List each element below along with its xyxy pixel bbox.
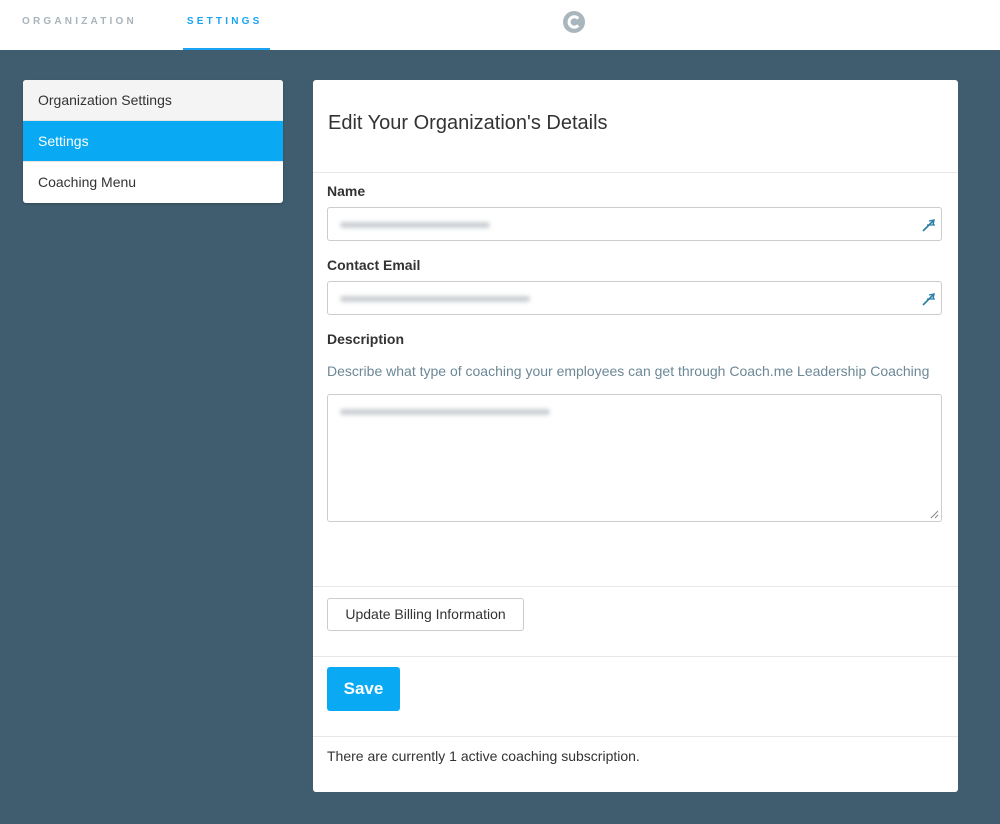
description-label: Description bbox=[327, 331, 405, 347]
top-nav: ORGANIZATION SETTINGS bbox=[22, 0, 312, 50]
top-bar: ORGANIZATION SETTINGS bbox=[0, 0, 1000, 50]
redacted-value bbox=[340, 296, 530, 302]
organization-form: Name Contact Email Description Describe … bbox=[313, 173, 958, 522]
subscription-status-text: There are currently 1 active coaching su… bbox=[327, 748, 640, 764]
resize-grip-icon[interactable] bbox=[929, 509, 939, 519]
name-label: Name bbox=[327, 183, 366, 199]
redacted-value bbox=[340, 222, 490, 228]
sidebar-item-coaching-menu[interactable]: Coaching Menu bbox=[23, 162, 283, 203]
divider bbox=[313, 656, 958, 657]
sidebar: Organization Settings Settings Coaching … bbox=[23, 80, 283, 203]
edit-pen-icon[interactable] bbox=[921, 291, 937, 307]
tab-settings[interactable]: SETTINGS bbox=[182, 0, 271, 50]
description-help-text: Describe what type of coaching your empl… bbox=[327, 363, 930, 379]
contact-email-field[interactable] bbox=[327, 281, 942, 315]
tab-organization[interactable]: ORGANIZATION bbox=[22, 0, 137, 50]
update-billing-button[interactable]: Update Billing Information bbox=[327, 598, 524, 631]
coach-logo-icon[interactable] bbox=[562, 10, 586, 34]
save-button[interactable]: Save bbox=[327, 667, 400, 711]
page-title: Edit Your Organization's Details bbox=[313, 80, 958, 173]
redacted-value bbox=[340, 409, 550, 415]
divider bbox=[313, 586, 958, 587]
sidebar-item-organization-settings: Organization Settings bbox=[23, 80, 283, 121]
divider bbox=[313, 736, 958, 737]
edit-pen-icon[interactable] bbox=[921, 217, 937, 233]
settings-panel: Edit Your Organization's Details Name Co… bbox=[313, 80, 958, 792]
sidebar-item-settings[interactable]: Settings bbox=[23, 121, 283, 162]
name-field[interactable] bbox=[327, 207, 942, 241]
contact-email-label: Contact Email bbox=[327, 257, 421, 273]
description-textarea[interactable] bbox=[327, 394, 942, 522]
